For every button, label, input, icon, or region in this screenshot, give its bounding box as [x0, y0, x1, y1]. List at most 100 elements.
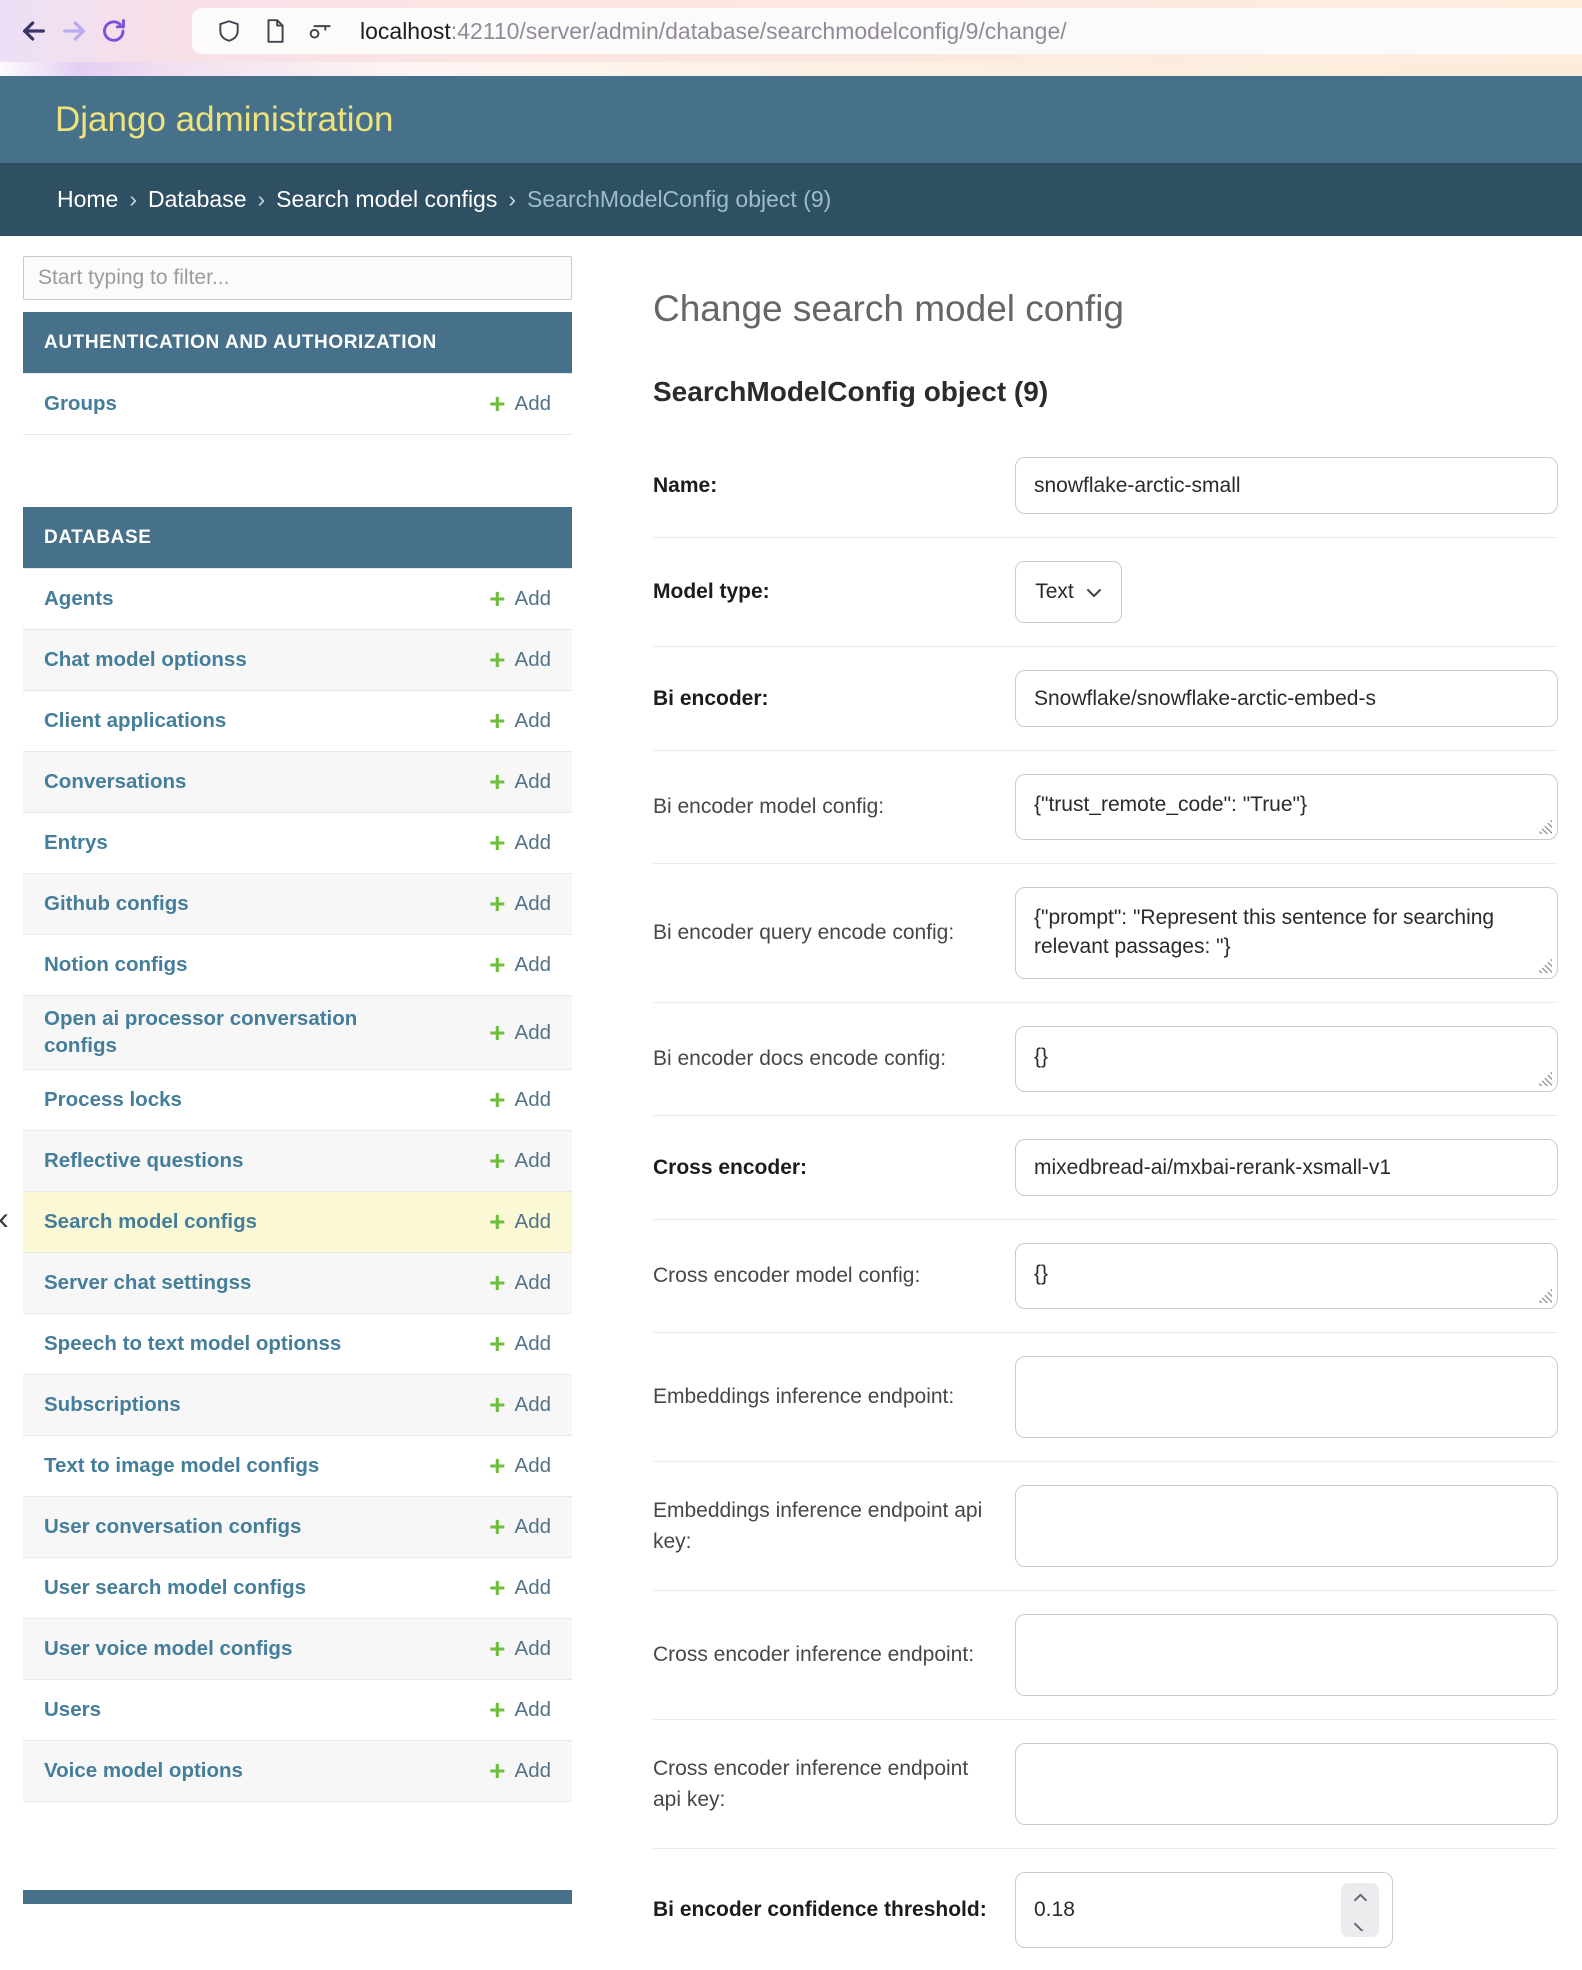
site-title[interactable]: Django administration: [55, 100, 394, 140]
sidebar-link-notion-configs[interactable]: Notion configs: [44, 952, 187, 979]
chevron-down-icon: [1086, 580, 1102, 604]
add-agents-button[interactable]: +Add: [489, 587, 551, 611]
add-label: Add: [515, 1210, 551, 1234]
plus-icon: +: [489, 589, 505, 609]
sidebar-link-user-voice-model-configs[interactable]: User voice model configs: [44, 1636, 292, 1663]
plus-icon: +: [489, 1395, 505, 1415]
sidebar-link-github-configs[interactable]: Github configs: [44, 891, 189, 918]
sidebar-link-open-ai-processor-conversation-configs[interactable]: Open ai processor conversation configs: [44, 1006, 374, 1059]
add-reflective-questions-button[interactable]: +Add: [489, 1149, 551, 1173]
name-input[interactable]: snowflake-arctic-small: [1015, 457, 1558, 514]
model-type-select[interactable]: Text: [1015, 561, 1122, 623]
form-row-model-type: Model type:Text: [653, 537, 1558, 646]
plus-icon: +: [489, 1761, 505, 1781]
add-label: Add: [515, 1332, 551, 1356]
model-type-selected-value: Text: [1035, 580, 1074, 604]
reload-icon[interactable]: [94, 11, 134, 51]
bi-encoder-docs-encode-config-textarea[interactable]: {}: [1015, 1026, 1558, 1092]
add-speech-to-text-model-optionss-button[interactable]: +Add: [489, 1332, 551, 1356]
sidebar-link-chat-model-optionss[interactable]: Chat model optionss: [44, 647, 247, 674]
field-label-cross-encoder-inference-endpoint-api-key: Cross encoder inference endpoint api key…: [653, 1753, 1015, 1816]
add-groups-button[interactable]: +Add: [489, 392, 551, 416]
site-permissions-icon[interactable]: [306, 16, 336, 46]
bi-encoder-query-encode-config-value: {"prompt": "Represent this sentence for …: [1034, 906, 1500, 958]
number-stepper[interactable]: [1341, 1883, 1379, 1937]
embeddings-inference-endpoint-api-key-input[interactable]: [1015, 1485, 1558, 1567]
page-icon[interactable]: [260, 16, 290, 46]
sidebar-item-open-ai-processor-conversation-configs: Open ai processor conversation configs +A…: [23, 995, 572, 1069]
bi-encoder-input[interactable]: Snowflake/snowflake-arctic-embed-s: [1015, 670, 1558, 727]
add-conversations-button[interactable]: +Add: [489, 770, 551, 794]
cross-encoder-inference-endpoint-api-key-input[interactable]: [1015, 1743, 1558, 1825]
sidebar-link-entrys[interactable]: Entrys: [44, 830, 108, 857]
field-label-cross-encoder-inference-endpoint: Cross encoder inference endpoint:: [653, 1639, 1015, 1671]
bi-encoder-value: Snowflake/snowflake-arctic-embed-s: [1034, 687, 1376, 711]
field-label-embeddings-inference-endpoint-api-key: Embeddings inference endpoint api key:: [653, 1495, 1015, 1558]
sidebar-link-reflective-questions[interactable]: Reflective questions: [44, 1148, 243, 1175]
add-server-chat-settingss-button[interactable]: +Add: [489, 1271, 551, 1295]
sidebar-link-process-locks[interactable]: Process locks: [44, 1087, 182, 1114]
url-bar[interactable]: localhost:42110/server/admin/database/se…: [192, 8, 1582, 54]
add-user-search-model-configs-button[interactable]: +Add: [489, 1576, 551, 1600]
sidebar-item-client-applications: Client applications +Add: [23, 690, 572, 751]
cross-encoder-input[interactable]: mixedbread-ai/mxbai-rerank-xsmall-v1: [1015, 1139, 1558, 1196]
sidebar-link-groups[interactable]: Groups: [44, 391, 117, 418]
add-user-conversation-configs-button[interactable]: +Add: [489, 1515, 551, 1539]
resize-handle-icon[interactable]: [1537, 1288, 1552, 1303]
sidebar-link-text-to-image-model-configs[interactable]: Text to image model configs: [44, 1453, 319, 1480]
bi-encoder-query-encode-config-textarea[interactable]: {"prompt": "Represent this sentence for …: [1015, 887, 1558, 979]
add-user-voice-model-configs-button[interactable]: +Add: [489, 1637, 551, 1661]
stepper-up-icon[interactable]: [1353, 1884, 1368, 1908]
add-label: Add: [515, 1576, 551, 1600]
add-users-button[interactable]: +Add: [489, 1698, 551, 1722]
sidebar-link-speech-to-text-model-optionss[interactable]: Speech to text model optionss: [44, 1331, 341, 1358]
sidebar-item-github-configs: Github configs +Add: [23, 873, 572, 934]
cross-encoder-model-config-textarea[interactable]: {}: [1015, 1243, 1558, 1309]
embeddings-inference-endpoint-input[interactable]: [1015, 1356, 1558, 1438]
resize-handle-icon[interactable]: [1537, 958, 1552, 973]
add-subscriptions-button[interactable]: +Add: [489, 1393, 551, 1417]
url-path: :42110/server/admin/database/searchmodel…: [451, 18, 1067, 44]
sidebar-link-client-applications[interactable]: Client applications: [44, 708, 226, 735]
sidebar-filter-input[interactable]: [23, 256, 572, 300]
sidebar-link-server-chat-settingss[interactable]: Server chat settingss: [44, 1270, 251, 1297]
add-notion-configs-button[interactable]: +Add: [489, 953, 551, 977]
back-icon[interactable]: [14, 11, 54, 51]
resize-handle-icon[interactable]: [1537, 1071, 1552, 1086]
breadcrumb-search-model-configs[interactable]: Search model configs: [276, 186, 497, 213]
breadcrumb-database[interactable]: Database: [148, 186, 246, 213]
add-entrys-button[interactable]: +Add: [489, 831, 551, 855]
resize-handle-icon[interactable]: [1537, 819, 1552, 834]
forward-icon[interactable]: [54, 11, 94, 51]
add-voice-model-options-button[interactable]: +Add: [489, 1759, 551, 1783]
form-row-name: Name:snowflake-arctic-small: [653, 434, 1558, 537]
stepper-down-icon[interactable]: [1353, 1913, 1368, 1937]
bi-encoder-confidence-threshold-input[interactable]: 0.18: [1015, 1872, 1393, 1948]
sidebar-link-user-search-model-configs[interactable]: User search model configs: [44, 1575, 306, 1602]
sidebar-item-search-model-configs: Search model configs +Add: [23, 1191, 572, 1252]
breadcrumb-home[interactable]: Home: [57, 186, 118, 213]
shield-icon[interactable]: [214, 16, 244, 46]
sidebar-link-user-conversation-configs[interactable]: User conversation configs: [44, 1514, 301, 1541]
add-search-model-configs-button[interactable]: +Add: [489, 1210, 551, 1234]
add-client-applications-button[interactable]: +Add: [489, 709, 551, 733]
add-text-to-image-model-configs-button[interactable]: +Add: [489, 1454, 551, 1478]
add-label: Add: [515, 1637, 551, 1661]
field-label-cross-encoder: Cross encoder:: [653, 1152, 1015, 1184]
sidebar-link-search-model-configs[interactable]: Search model configs: [44, 1209, 257, 1236]
add-github-configs-button[interactable]: +Add: [489, 892, 551, 916]
add-open-ai-processor-conversation-configs-button[interactable]: +Add: [489, 1021, 551, 1045]
cross-encoder-inference-endpoint-input[interactable]: [1015, 1614, 1558, 1696]
sidebar-link-users[interactable]: Users: [44, 1697, 101, 1724]
sidebar-link-agents[interactable]: Agents: [44, 586, 113, 613]
form-row-cross-encoder-inference-endpoint: Cross encoder inference endpoint:: [653, 1590, 1558, 1719]
sidebar-link-voice-model-options[interactable]: Voice model options: [44, 1758, 243, 1785]
sidebar-link-subscriptions[interactable]: Subscriptions: [44, 1392, 181, 1419]
sidebar-next-section-strip: [23, 1890, 572, 1904]
bi-encoder-model-config-textarea[interactable]: {"trust_remote_code": "True"}: [1015, 774, 1558, 840]
sidebar-item-user-conversation-configs: User conversation configs +Add: [23, 1496, 572, 1557]
add-process-locks-button[interactable]: +Add: [489, 1088, 551, 1112]
sidebar-collapse-toggle[interactable]: «: [0, 1200, 9, 1237]
add-chat-model-optionss-button[interactable]: +Add: [489, 648, 551, 672]
sidebar-link-conversations[interactable]: Conversations: [44, 769, 186, 796]
